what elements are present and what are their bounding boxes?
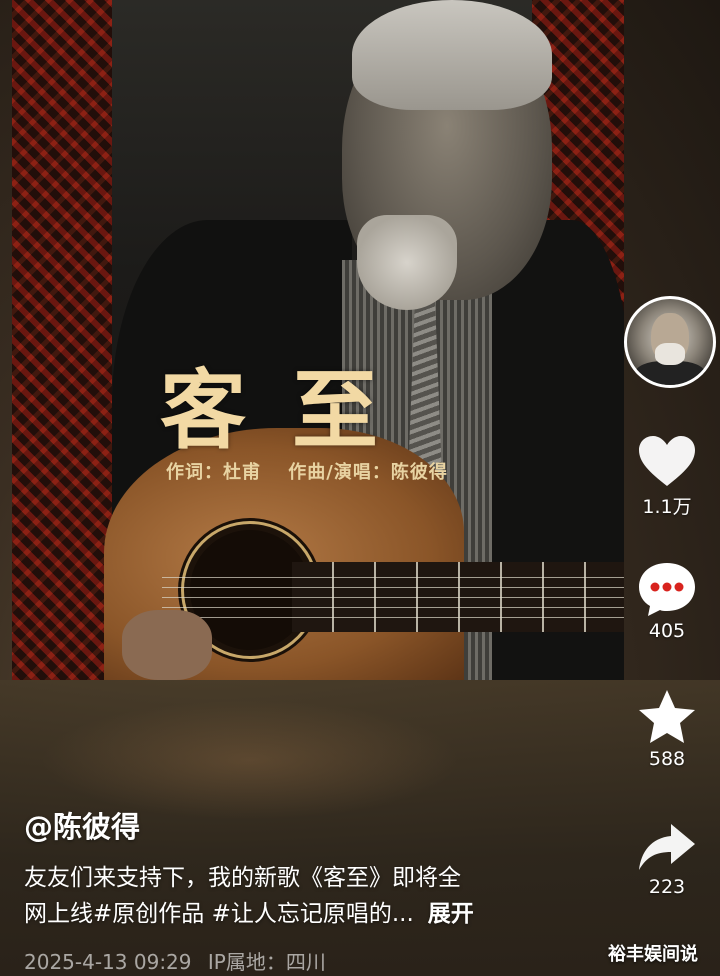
caption-line-2: 网上线#原创作品 #让人忘记原唱的... 展开 [24,896,584,932]
avatar-beard [655,343,685,365]
like-count: 1.1万 [642,496,692,518]
favorite-button[interactable]: 588 [624,688,710,770]
performer-hand [122,610,212,680]
heart-icon [639,436,695,486]
comment-button[interactable]: 405 [624,560,710,642]
caption-line-1: 友友们来支持下，我的新歌《客至》即将全 [24,865,461,891]
post-date: 2025-4-13 09:29 [24,950,192,974]
comment-bubble-icon [639,563,695,616]
ip-location: IP属地：四川 [207,950,326,974]
post-caption: 友友们来支持下，我的新歌《客至》即将全 网上线#原创作品 #让人忘记原唱的...… [24,860,584,932]
creator-avatar[interactable] [624,296,716,388]
author-handle[interactable]: @陈彼得 [24,804,140,846]
performer-hair [352,0,552,110]
star-icon [639,690,695,743]
share-arrow-icon [639,824,695,870]
expand-button[interactable]: 展开 [428,901,474,927]
song-credits: 作词：杜甫 作曲/演唱：陈彼得 [166,458,468,484]
post-meta: 2025-4-13 09:29 IP属地：四川 [24,946,336,975]
caption-line-2-text: 网上线#原创作品 #让人忘记原唱的... [24,901,414,927]
favorite-count: 588 [648,748,686,770]
watermark: 裕丰娱间说 [608,944,698,965]
share-button[interactable]: 223 [624,822,710,898]
lyrics-credit: 作词：杜甫 [166,462,261,483]
guitar-strings [162,568,624,626]
performer-beard [357,215,457,310]
song-title-art: 客至 [160,360,424,461]
video-screen[interactable]: 客至 作词：杜甫 作曲/演唱：陈彼得 1.1万 405 588 223 @陈彼得… [0,0,720,976]
comment-count: 405 [648,620,686,642]
action-rail: 1.1万 405 588 223 [624,0,720,976]
share-count: 223 [648,876,686,898]
like-button[interactable]: 1.1万 [624,434,710,519]
avatar-body [635,361,705,385]
music-vocal-credit: 作曲/演唱：陈彼得 [288,462,448,483]
